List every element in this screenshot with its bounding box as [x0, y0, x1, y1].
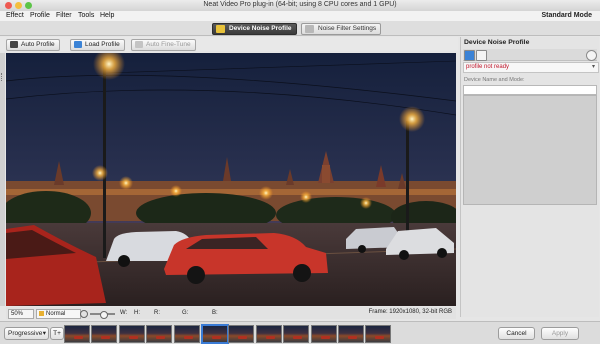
r-label: R: — [154, 310, 160, 316]
thumbnail-car — [265, 336, 275, 339]
thumbnail-car — [156, 336, 166, 339]
thumbnail-car — [74, 336, 83, 339]
scan-mode-select[interactable]: Progressive ▾ — [4, 327, 49, 340]
timeline-thumbnail[interactable] — [201, 324, 229, 344]
thumbnail-car — [293, 336, 303, 339]
panel-toolbar — [463, 49, 597, 61]
thumbnail-car — [348, 336, 357, 339]
profile-toolbar: Auto Profile Load Profile Auto Fine-Tune — [0, 37, 458, 51]
menu-filter[interactable]: Filter — [56, 12, 72, 19]
apply-label: Apply — [551, 330, 569, 337]
tab-noise-filter-settings[interactable]: Noise Filter Settings — [301, 23, 382, 35]
timeline-thumbnail[interactable] — [283, 325, 310, 343]
auto-profile-button[interactable]: Auto Profile — [6, 39, 60, 51]
timeline-thumbnail[interactable] — [255, 325, 282, 343]
tab-device-noise-profile[interactable]: Device Noise Profile — [212, 23, 297, 35]
timeline-thumbnail[interactable] — [338, 325, 364, 343]
load-profile-button[interactable]: Load Profile — [70, 39, 125, 51]
scan-mode-value: Progressive — [8, 330, 43, 337]
fine-tune-icon — [135, 41, 143, 48]
mode-label[interactable]: Standard Mode — [541, 12, 592, 19]
zoom-select[interactable]: 50% — [8, 309, 34, 319]
panel-title: Device Noise Profile — [464, 39, 530, 46]
brightness-slider-handle[interactable] — [100, 311, 108, 319]
bottom-bar: Progressive ▾ T+ Cancel Apply — [0, 321, 600, 344]
timeline-thumbnail[interactable] — [146, 325, 173, 343]
view-mode-icon — [39, 311, 44, 316]
g-label: G: — [182, 310, 189, 316]
chevron-down-icon: ▾ — [42, 330, 46, 337]
timeline-thumbnail[interactable] — [91, 325, 118, 343]
t-plus-label: T+ — [53, 330, 61, 337]
thumbnail-car — [375, 336, 385, 339]
b-label: B: — [212, 310, 218, 316]
timeline-thumbnail[interactable] — [173, 325, 200, 343]
view-mode-select[interactable]: Normal — [36, 309, 81, 319]
save-profile-icon[interactable] — [476, 50, 487, 61]
device-noise-profile-panel: Device Noise Profile profile not ready ▾… — [460, 37, 599, 317]
auto-fine-tune-label: Auto Fine-Tune — [146, 41, 191, 48]
load-profile-label: Load Profile — [85, 41, 120, 48]
thumbnail-car — [320, 336, 330, 339]
device-name-field[interactable] — [463, 85, 597, 95]
t-plus-button[interactable]: T+ — [50, 327, 64, 340]
profile-icon — [216, 25, 225, 33]
tab-device-noise-profile-label: Device Noise Profile — [229, 25, 292, 32]
menu-profile[interactable]: Profile — [30, 12, 50, 19]
w-label: W: — [120, 310, 128, 316]
folder-icon — [74, 41, 82, 48]
profile-status-text: profile not ready — [466, 64, 510, 70]
auto-profile-label: Auto Profile — [21, 41, 55, 48]
video-preview[interactable] — [6, 53, 456, 306]
thumbnail-car — [128, 336, 138, 339]
settings-icon[interactable] — [586, 50, 597, 61]
cancel-button[interactable]: Cancel — [498, 327, 535, 340]
auto-profile-icon — [10, 41, 18, 48]
menu-tools[interactable]: Tools — [78, 12, 94, 19]
frame-info: Frame: 1920x1080, 32-bit RGB — [368, 309, 452, 315]
timeline-thumbnail[interactable] — [310, 325, 337, 343]
video-frame-image — [6, 53, 456, 306]
timeline-thumbnail[interactable] — [365, 325, 392, 343]
profile-info-area — [463, 95, 597, 205]
timeline-thumbnail[interactable] — [64, 325, 90, 343]
menu-effect[interactable]: Effect — [6, 12, 24, 19]
thumbnail-car — [101, 336, 111, 339]
tab-bar: Device Noise Profile Noise Filter Settin… — [0, 21, 600, 36]
filter-icon — [305, 25, 314, 33]
thumbnail-car — [212, 336, 221, 339]
thumbnail-car — [183, 336, 193, 339]
thumbnail-car — [238, 336, 248, 339]
open-profile-icon[interactable] — [464, 50, 475, 61]
brightness-icon — [80, 310, 88, 318]
viewer-status-bar: 50% Normal W: H: R: G: B: Frame: 1920x10… — [6, 307, 456, 319]
chevron-down-icon: ▾ — [591, 64, 595, 70]
apply-button[interactable]: Apply — [541, 327, 579, 340]
timeline-thumbnail[interactable] — [228, 325, 255, 343]
cancel-label: Cancel — [506, 330, 527, 337]
timeline-thumbnail[interactable] — [118, 325, 145, 343]
view-mode-value: Normal — [46, 311, 66, 317]
viewer-side-handle[interactable] — [0, 53, 5, 306]
device-name-label: Device Name and Mode: — [464, 77, 525, 83]
auto-fine-tune-button[interactable]: Auto Fine-Tune — [131, 39, 196, 51]
window-title: Neat Video Pro plug-in (64-bit; using 8 … — [203, 1, 397, 8]
profile-status[interactable]: profile not ready ▾ — [463, 62, 599, 73]
grip-icon — [1, 73, 5, 81]
h-label: H: — [134, 310, 140, 316]
tab-noise-filter-settings-label: Noise Filter Settings — [318, 25, 377, 32]
menu-help[interactable]: Help — [100, 12, 114, 19]
zoom-value: 50% — [11, 311, 24, 317]
